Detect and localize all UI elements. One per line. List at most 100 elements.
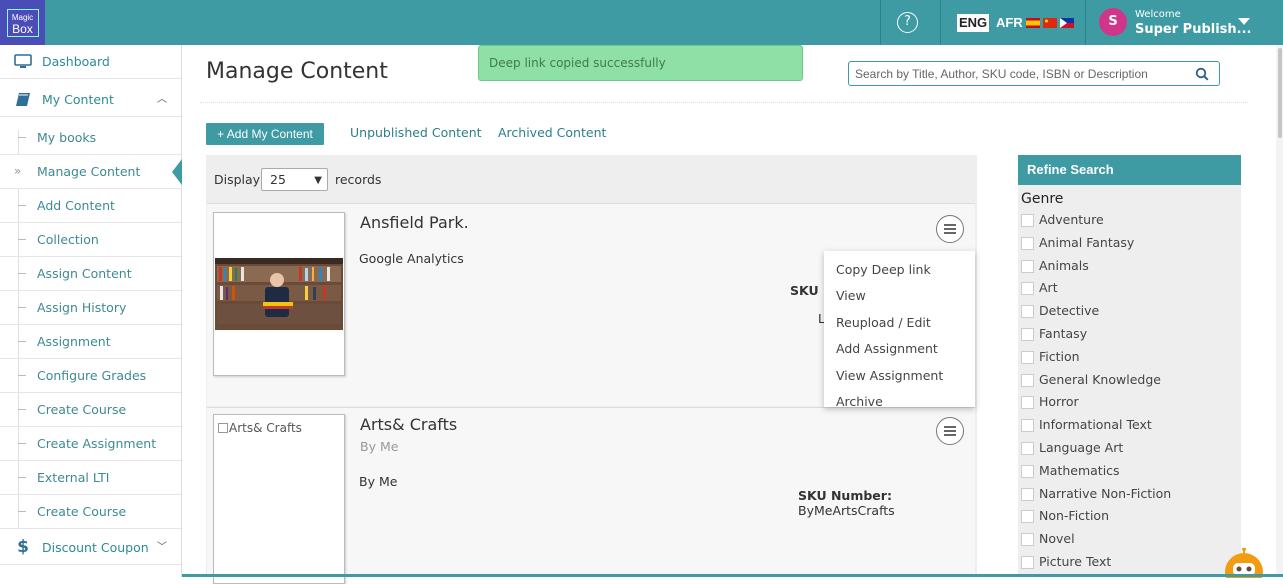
active-notch [172,159,182,185]
sidebar-item-create-course[interactable]: Create Course [0,393,181,427]
menu-item-view[interactable]: View [836,288,866,303]
book-cover[interactable]: Arts& Crafts [213,414,345,584]
menu-item-reupload-edit[interactable]: Reupload / Edit [836,315,931,330]
sidebar-item-create-course-2[interactable]: Create Course [0,495,181,529]
monitor-icon [13,45,33,78]
sidebar-item-label: Add Content [37,198,115,213]
divider [200,102,1248,103]
sidebar-item-my-content[interactable]: My Content ︿ [0,83,181,117]
tree-dash [18,137,26,138]
tab-archived-content[interactable]: Archived Content [498,125,606,140]
menu-item-add-assignment[interactable]: Add Assignment [836,341,938,356]
sku-number: SKU Number: ByMeArtsCrafts [798,488,975,518]
username[interactable]: Super Publish... [1135,22,1252,37]
question-circle-icon[interactable]: ? [897,12,918,33]
tree-dash [18,409,26,410]
cover-image [215,258,343,330]
tab-unpublished-content[interactable]: Unpublished Content [350,125,482,140]
sidebar-item-label: My books [37,130,97,145]
content-author: By Me [360,439,399,454]
book-cover[interactable] [213,212,345,376]
sidebar-item-my-books[interactable]: My books [0,121,181,155]
genre-checkbox[interactable] [1021,487,1034,501]
tree-dash [18,205,26,206]
search-icon[interactable] [1195,67,1209,81]
genre-checkbox[interactable] [1021,533,1034,547]
scrollbar-thumb[interactable] [1278,48,1282,138]
sidebar-item-dashboard[interactable]: Dashboard [0,45,181,79]
sidebar-item-label: Create Course [37,504,127,519]
menu-item-copy-deep-link[interactable]: Copy Deep link [836,262,931,277]
genre-checkbox[interactable] [1021,464,1034,478]
records-label: records [335,172,382,187]
sidebar-item-add-content[interactable]: Add Content [0,189,181,223]
genre-label-text: Non-Fiction [1039,508,1110,524]
flag-china-icon[interactable] [1043,18,1057,28]
genre-checkbox[interactable] [1021,556,1034,569]
sidebar-item-external-lti[interactable]: External LTI [0,461,181,495]
content-description: By Me [359,474,398,489]
app-logo[interactable]: Magic Box [0,0,45,45]
page-title: Manage Content [206,59,388,84]
genre-checkbox[interactable] [1021,214,1034,227]
sidebar-item-configure-grades[interactable]: Configure Grades [0,359,181,393]
genre-label-text: Novel [1039,531,1075,547]
hamburger-menu-icon[interactable] [936,215,964,243]
search-input[interactable] [855,65,1185,82]
genre-checkbox[interactable] [1021,510,1034,524]
genre-checkbox[interactable] [1021,396,1034,410]
sidebar-item-assign-content[interactable]: Assign Content [0,257,181,291]
genre-label-text: Language Art [1039,440,1124,455]
genre-label-text: Adventure [1039,212,1104,227]
genre-checkbox[interactable] [1021,236,1034,250]
broken-image-alt: Arts& Crafts [218,421,302,435]
sidebar-item-assignment[interactable]: Assignment [0,325,181,359]
sidebar-item-label: Create Course [37,402,127,417]
tree-dash [18,477,26,478]
genre-checkbox[interactable] [1021,373,1034,387]
active-marker-icon: » [14,164,22,178]
genre-checkbox[interactable] [1021,259,1034,273]
caret-down-icon[interactable] [1238,18,1250,25]
tree-dash [18,341,26,342]
tree-dash [18,511,26,512]
sidebar-item-discount-coupon[interactable]: $ Discount Coupon ﹀ [0,531,181,565]
logo-mark: Magic Box [6,8,39,37]
sidebar-item-create-assignment[interactable]: Create Assignment [0,427,181,461]
sidebar-item-label: Discount Coupon [42,540,149,555]
book-icon [13,83,33,116]
genre-label-text: Fiction [1039,348,1080,364]
sidebar-item-assign-history[interactable]: Assign History [0,291,181,325]
sidebar-item-label: Configure Grades [37,368,147,383]
records-per-page-select[interactable]: 25 ▼ [261,168,328,191]
genre-checkbox[interactable] [1021,442,1034,455]
sidebar-item-collection[interactable]: Collection [0,223,181,257]
genre-label-text: Animals [1039,257,1089,273]
sidebar-item-label: Assign Content [37,266,132,281]
genre-checkbox[interactable] [1021,328,1034,341]
genre-checkbox[interactable] [1021,350,1034,364]
flag-philippines-icon[interactable] [1060,18,1074,28]
menu-item-view-assignment[interactable]: View Assignment [836,368,943,383]
divider [1085,0,1086,45]
avatar[interactable]: S [1099,8,1127,36]
genre-checkbox[interactable] [1021,282,1034,296]
hamburger-menu-icon[interactable] [936,417,964,445]
language-eng[interactable]: ENG [957,14,990,32]
sidebar-item-label: My Content [42,92,114,107]
content-description: Google Analytics [359,251,464,266]
menu-item-archive[interactable]: Archive [836,394,883,407]
language-afr[interactable]: AFR [994,14,1025,32]
genre-label-text: General Knowledge [1039,371,1161,387]
genre-label-text: Picture Text [1039,554,1112,569]
content-title[interactable]: Arts& Crafts [360,415,457,434]
content-title[interactable]: Ansfield Park. [360,213,469,232]
flag-spain-icon[interactable] [1026,18,1040,28]
genre-checkbox[interactable] [1021,305,1034,319]
add-my-content-button[interactable]: + Add My Content [206,123,324,145]
genre-label-text: Informational Text [1039,417,1152,433]
sidebar: Dashboard My Content ︿ My books » Manage… [0,45,182,577]
sidebar-item-label: External LTI [37,470,110,485]
sidebar-item-manage-content[interactable]: » Manage Content [0,155,182,189]
genre-checkbox[interactable] [1021,419,1034,433]
